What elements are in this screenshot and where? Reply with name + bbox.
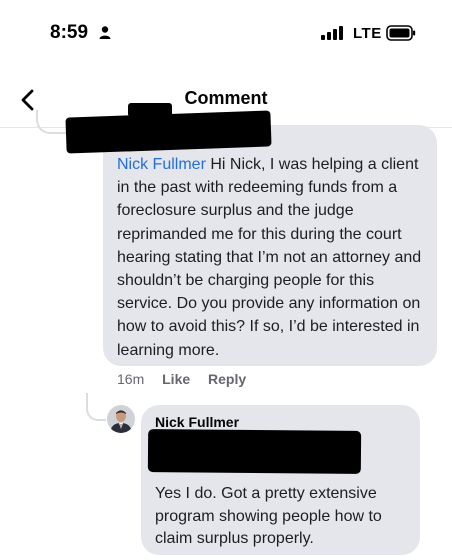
avatar[interactable] [107, 405, 135, 433]
comment-timestamp: 16m [117, 371, 145, 387]
person-icon [99, 26, 111, 39]
status-time: 8:59 [50, 22, 89, 43]
mention-link[interactable]: Nick Fullmer [117, 156, 206, 173]
signal-icon [321, 26, 343, 40]
reply-author-name[interactable]: Nick Fullmer [155, 414, 239, 430]
like-button[interactable]: Like [162, 371, 190, 387]
redacted-commenter-name [65, 110, 272, 154]
comment-actions: 16m Like Reply [117, 371, 260, 387]
reply-button[interactable]: Reply [208, 371, 246, 387]
status-bar: 8:59 LTE [0, 0, 452, 68]
page-title: Comment [184, 88, 268, 108]
avatar-photo [107, 405, 135, 433]
redacted-text [147, 429, 362, 474]
battery-icon [386, 25, 416, 41]
comment-text: Nick Fullmer Hi Nick, I was helping a cl… [117, 153, 429, 362]
carrier-label: LTE [353, 25, 382, 42]
comment-body: Hi Nick, I was helping a client in the p… [117, 156, 422, 359]
reply-thread-connector [86, 393, 106, 421]
reply-text: Yes I do. Got a pretty extensive program… [155, 485, 382, 548]
